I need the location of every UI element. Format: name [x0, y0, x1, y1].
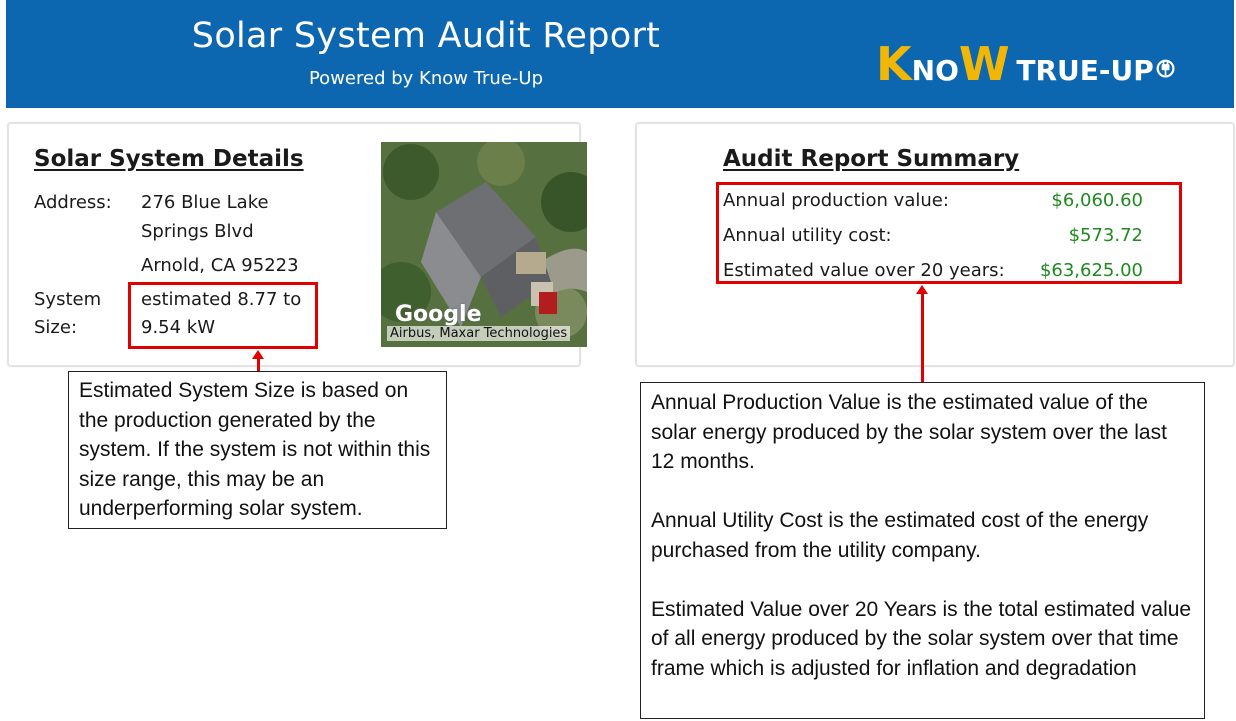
- summary-callout: Annual Production Value is the estimated…: [640, 382, 1205, 719]
- logo-letter-w: W: [958, 37, 1010, 91]
- summary-highlight: [716, 182, 1182, 284]
- summary-heading: Audit Report Summary: [723, 146, 1020, 172]
- callout-text-utility: Annual Utility Cost is the estimated cos…: [651, 509, 1149, 562]
- report-header: Solar System Audit Report Powered by Kno…: [6, 0, 1234, 108]
- callout-text: Estimated System Size is based on the pr…: [79, 379, 431, 520]
- size-callout-arrow: [252, 350, 264, 371]
- address-label: Address:: [34, 192, 112, 213]
- callout-text-20-years: Estimated Value over 20 Years is the tot…: [651, 597, 1192, 680]
- address-line-2: Arnold, CA 95223: [141, 255, 299, 276]
- system-size-highlight: [128, 282, 318, 349]
- page-title: Solar System Audit Report: [191, 16, 661, 56]
- summary-callout-arrow: [916, 285, 928, 382]
- power-plug-icon: [1156, 59, 1175, 78]
- know-true-up-logo: K NO W TRUE-UP: [876, 28, 1176, 88]
- logo-letter-k: K: [876, 37, 912, 91]
- google-watermark: Google: [395, 302, 482, 327]
- address-line-1: 276 Blue Lake Springs Blvd: [141, 192, 269, 242]
- page-subtitle: Powered by Know True-Up: [308, 68, 544, 89]
- satellite-map-image[interactable]: Google Airbus, Maxar Technologies: [381, 142, 587, 347]
- map-attribution: Airbus, Maxar Technologies: [387, 326, 571, 341]
- callout-text-production: Annual Production Value is the estimated…: [651, 391, 1167, 473]
- details-heading: Solar System Details: [34, 146, 304, 172]
- logo-text-true-up: TRUE-UP: [1016, 54, 1154, 87]
- system-size-callout: Estimated System Size is based on the pr…: [68, 371, 447, 529]
- system-size-label: System Size:: [34, 289, 102, 338]
- logo-text-no: NO: [911, 54, 959, 87]
